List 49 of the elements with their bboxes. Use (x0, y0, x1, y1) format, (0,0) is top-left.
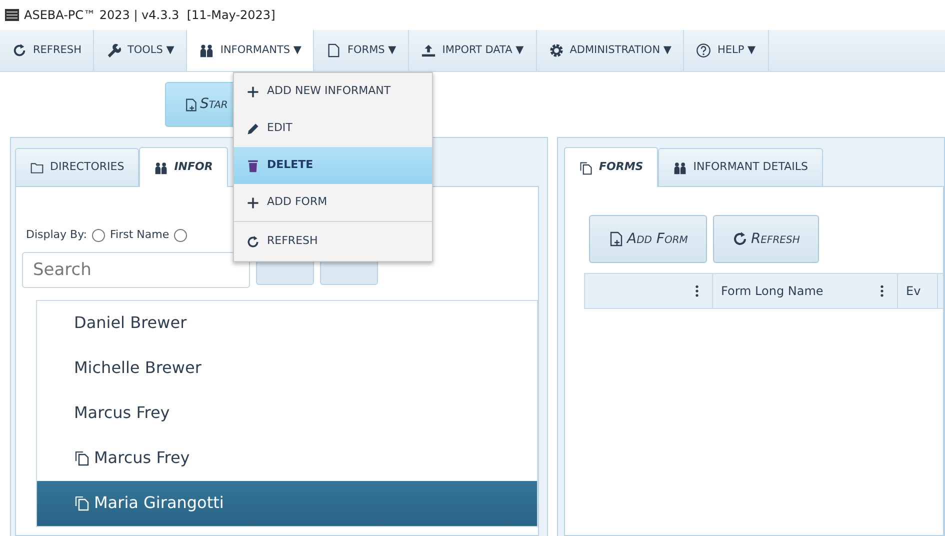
column-header: Ev (906, 283, 921, 300)
tab[interactable]: FORMS (564, 147, 658, 187)
help-icon (696, 43, 712, 58)
display-by-label: Display By: (26, 227, 88, 243)
radio-button[interactable] (174, 228, 188, 242)
tab[interactable]: DIRECTORIES (15, 148, 140, 186)
radio-button[interactable] (92, 228, 106, 242)
menu-item[interactable]: REFRESH (234, 221, 432, 261)
radio-label: First Name (110, 227, 170, 243)
plus-icon (246, 84, 260, 98)
menu-item[interactable]: ADD FORM (234, 184, 432, 221)
people-icon (673, 160, 688, 174)
informant-row[interactable]: Maria Girangotti (37, 480, 537, 526)
documents-icon (74, 450, 90, 466)
toolbar-menu-button[interactable]: ADMINISTRATION ▼ (536, 30, 684, 71)
column-header: Form Long Name (721, 283, 824, 300)
documents-icon (579, 160, 593, 174)
trash-icon (246, 158, 260, 172)
people-icon (154, 160, 168, 174)
informant-row[interactable]: Marcus Frey (37, 436, 537, 480)
refresh-icon (246, 234, 260, 248)
informant-row[interactable]: Michelle Brewer (37, 346, 537, 390)
new-document-icon (608, 231, 624, 247)
add-form-button[interactable]: Add Form (589, 215, 707, 263)
folder-icon (30, 160, 44, 174)
wrench-icon (106, 43, 122, 58)
informant-row[interactable]: Marcus Frey (37, 390, 537, 436)
refresh-button[interactable]: Refresh (712, 215, 819, 263)
toolbar-menu-button[interactable]: REFRESH (0, 30, 94, 71)
tab[interactable]: INFORMANT DETAILS (658, 148, 823, 186)
toolbar-menu-button[interactable]: INFORMANTS ▼ (187, 30, 314, 71)
tab[interactable]: INFOR (139, 147, 228, 187)
toolbar-menu-button[interactable]: HELP ▼ (684, 30, 769, 71)
people-icon (199, 43, 214, 58)
search-field[interactable]: Search (22, 252, 250, 288)
toolbar-menu-button[interactable]: IMPORT DATA ▼ (409, 30, 537, 71)
document-icon (326, 43, 342, 58)
refresh-icon (732, 231, 748, 247)
menu-item[interactable]: DELETE (234, 147, 432, 184)
informant-row[interactable]: Daniel Brewer (37, 300, 537, 346)
settings-icon (548, 43, 564, 58)
new-document-icon (184, 98, 198, 112)
toolbar-menu-button[interactable]: FORMS ▼ (314, 30, 410, 71)
app-icon (4, 7, 20, 23)
refresh-icon (12, 43, 27, 58)
documents-icon (74, 495, 90, 511)
window-title: ASEBA-PC™ 2023 | v4.3.3 [11-May-2023] (24, 7, 276, 24)
upload-icon (421, 43, 436, 58)
plus-icon (246, 196, 260, 210)
